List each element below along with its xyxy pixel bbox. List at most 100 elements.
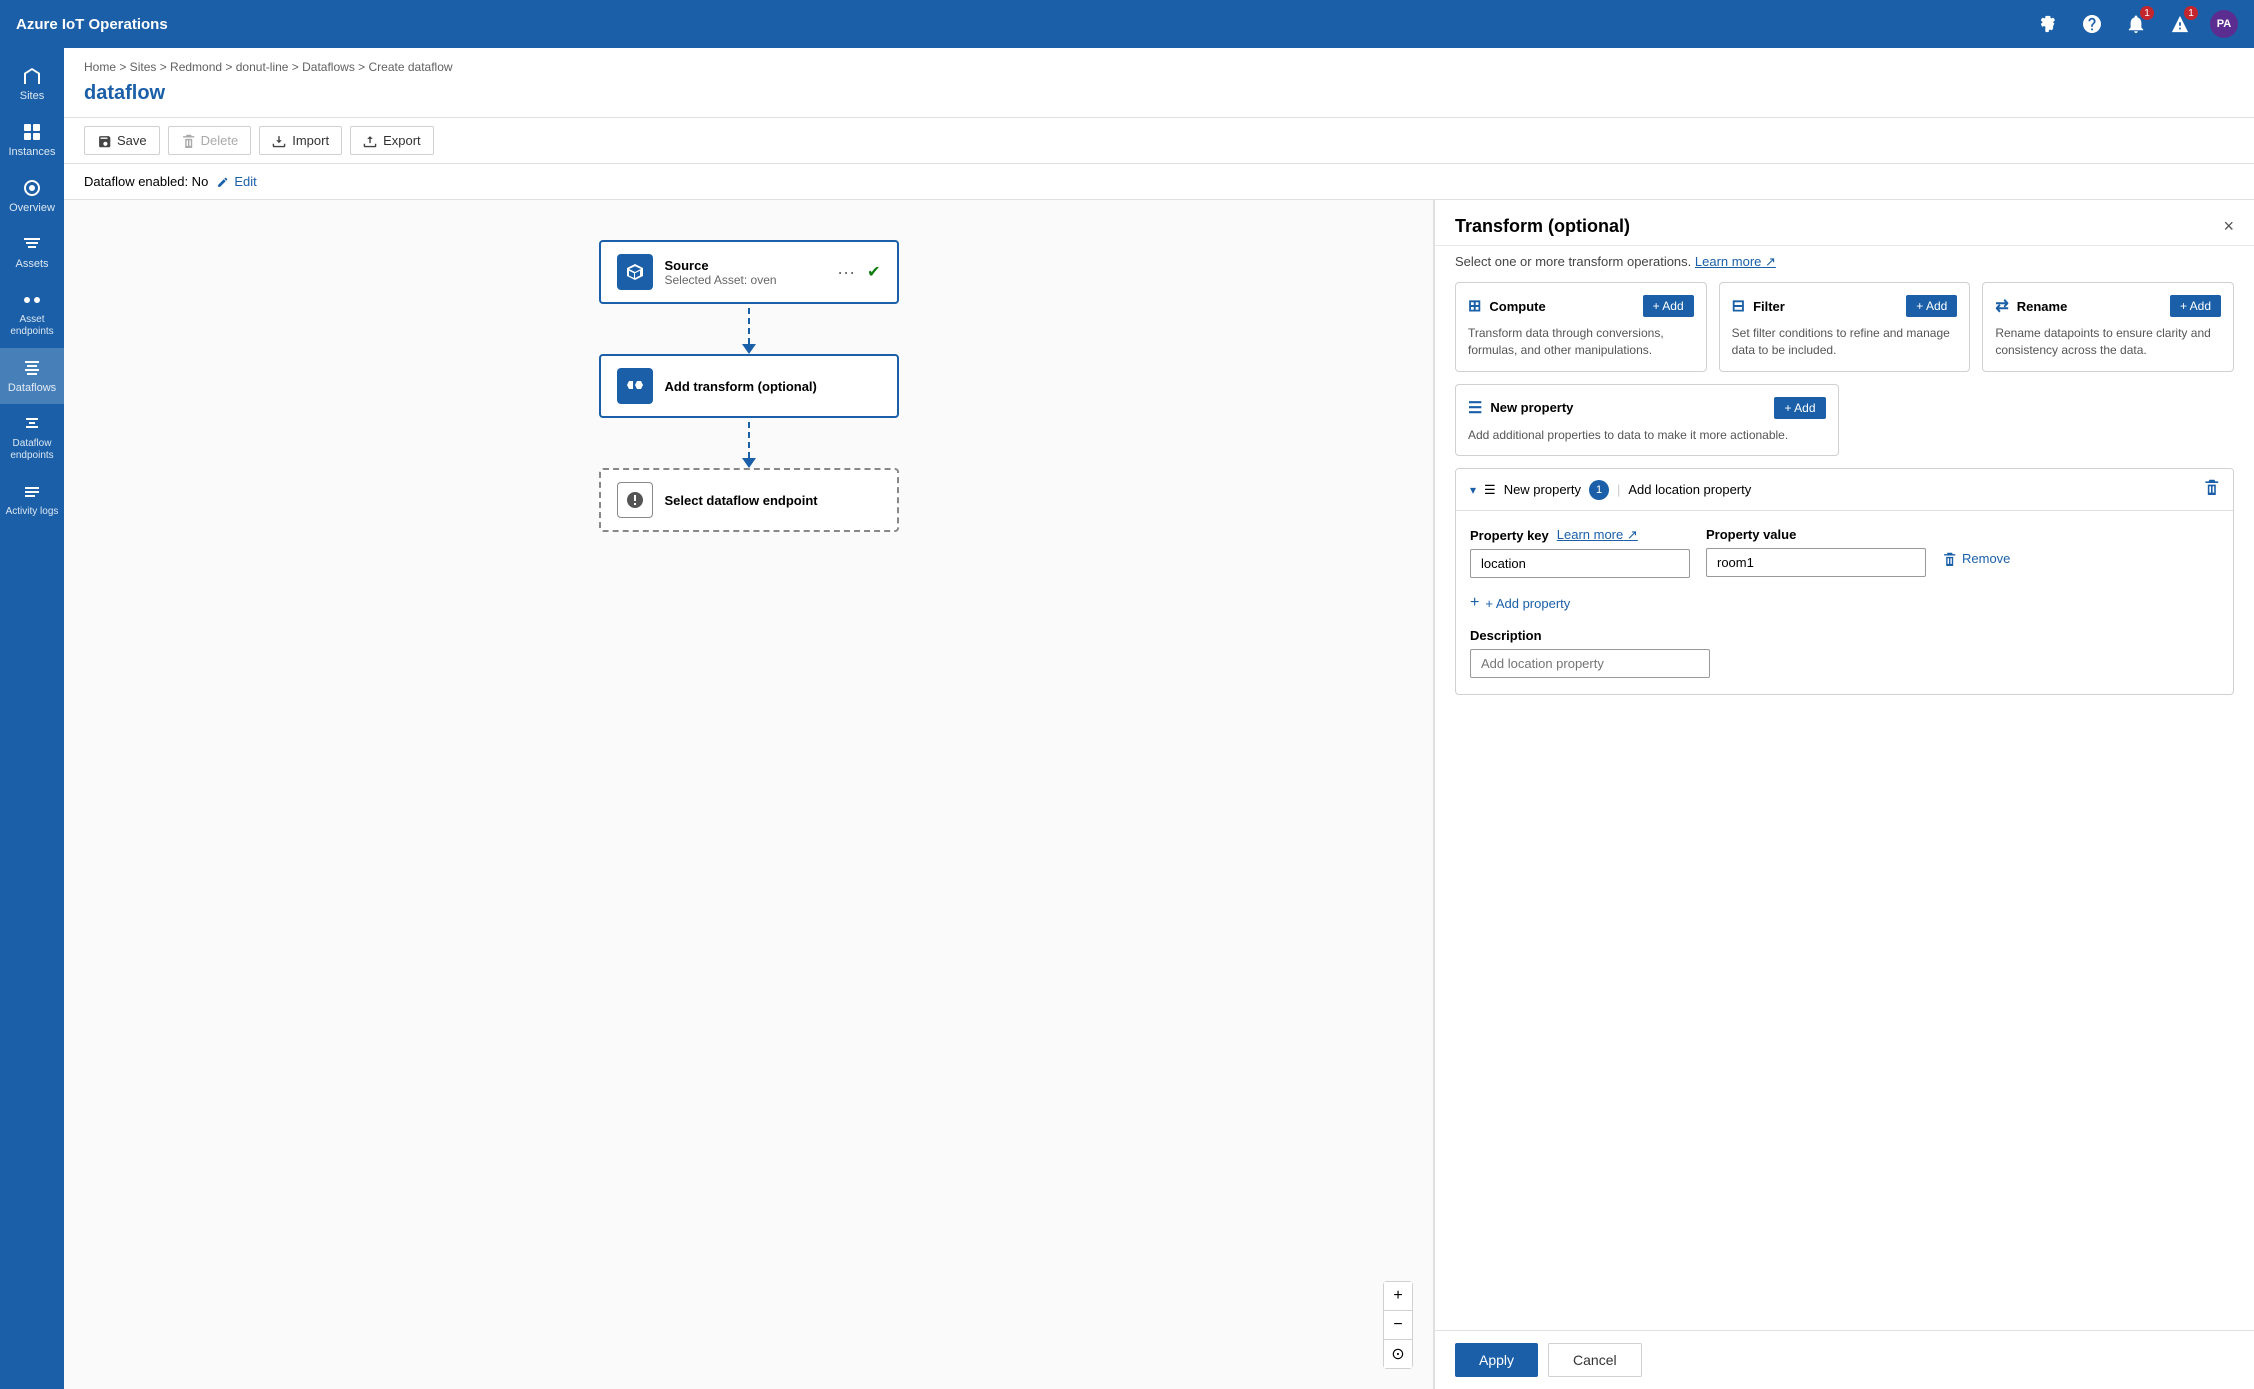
apply-button[interactable]: Apply	[1455, 1343, 1538, 1377]
apply-label: Apply	[1479, 1352, 1514, 1368]
new-property-expanded: ▾ ☰ New property 1 | Add location proper…	[1455, 468, 2234, 695]
learn-more-link[interactable]: Learn more ↗	[1695, 254, 1776, 269]
breadcrumb: Home > Sites > Redmond > donut-line > Da…	[64, 48, 2254, 78]
new-property-card: ☰ New property + Add Add additional prop…	[1455, 384, 1839, 457]
sidebar-item-sites[interactable]: Sites	[0, 56, 64, 112]
compute-card: ⊞ Compute + Add Transform data through c…	[1455, 282, 1707, 372]
sidebar-item-dataflows[interactable]: Dataflows	[0, 348, 64, 404]
flow-canvas: Source Selected Asset: oven ··· ✔	[64, 200, 1434, 1389]
new-property-add-button[interactable]: + Add	[1774, 397, 1825, 419]
property-key-learn-more[interactable]: Learn more ↗	[1557, 527, 1638, 543]
app-title: Azure IoT Operations	[16, 16, 2034, 33]
new-property-icon: ☰	[1468, 398, 1482, 418]
import-button[interactable]: Import	[259, 126, 342, 155]
sidebar-item-asset-endpoints[interactable]: Asset endpoints	[0, 280, 64, 348]
filter-add-button[interactable]: + Add	[1906, 295, 1957, 317]
compute-card-title: ⊞ Compute	[1468, 296, 1546, 316]
connector-1	[742, 304, 756, 354]
new-property-expanded-header: ▾ ☰ New property 1 | Add location proper…	[1456, 469, 2233, 511]
sidebar-item-activity-logs[interactable]: Activity logs	[0, 472, 64, 528]
endpoint-node[interactable]: Select dataflow endpoint	[599, 468, 899, 532]
remove-button[interactable]: Remove	[1942, 551, 2010, 566]
sidebar-item-dataflow-endpoints[interactable]: Dataflow endpoints	[0, 404, 64, 472]
transform-node-title: Add transform (optional)	[665, 379, 881, 394]
source-node-info: Source Selected Asset: oven	[665, 258, 826, 287]
rename-card-title: ⇄ Rename	[1995, 296, 2067, 316]
settings-icon[interactable]	[2034, 10, 2062, 38]
page-header: dataflow	[64, 78, 2254, 117]
endpoint-node-title: Select dataflow endpoint	[665, 493, 881, 508]
new-property-card-title: ☰ New property	[1468, 398, 1573, 418]
filter-title-text: Filter	[1753, 299, 1785, 314]
notifications-icon[interactable]: 1	[2122, 10, 2150, 38]
panel-footer: Apply Cancel	[1435, 1330, 2254, 1389]
rename-add-button[interactable]: + Add	[2170, 295, 2221, 317]
transform-panel: Transform (optional) × Select one or mor…	[1434, 200, 2254, 1389]
edit-label: Edit	[234, 174, 256, 189]
export-label: Export	[383, 133, 421, 148]
toolbar: Save Delete Import Export	[64, 117, 2254, 164]
sidebar-item-assets[interactable]: Assets	[0, 224, 64, 280]
transform-icon-box	[617, 368, 653, 404]
transform-node[interactable]: Add transform (optional)	[599, 354, 899, 418]
zoom-reset-button[interactable]: ⊙	[1384, 1340, 1412, 1368]
save-button[interactable]: Save	[84, 126, 160, 155]
sidebar-label-dataflow-endpoints: Dataflow endpoints	[4, 438, 60, 462]
alerts-icon[interactable]: 1	[2166, 10, 2194, 38]
filter-icon: ⊟	[1732, 296, 1745, 316]
panel-scroll[interactable]: Select one or more transform operations.…	[1435, 246, 2254, 1330]
property-value-input[interactable]	[1706, 548, 1926, 577]
sidebar-item-overview[interactable]: Overview	[0, 168, 64, 224]
property-value-label: Property value	[1706, 527, 1926, 542]
description-group: Description	[1470, 628, 2219, 678]
sidebar-item-instances[interactable]: Instances	[0, 112, 64, 168]
new-property-card-header: ☰ New property + Add	[1468, 397, 1826, 419]
delete-button[interactable]: Delete	[168, 126, 252, 155]
new-property-header-list-icon: ☰	[1484, 482, 1496, 498]
top-navigation: Azure IoT Operations 1 1 PA	[0, 0, 2254, 48]
arrow-2	[742, 458, 756, 468]
compute-card-header: ⊞ Compute + Add	[1468, 295, 1694, 317]
delete-property-icon[interactable]	[2203, 479, 2219, 500]
separator: |	[1617, 482, 1620, 497]
new-property-badge: 1	[1589, 480, 1609, 500]
add-property-button[interactable]: + + Add property	[1470, 594, 1570, 612]
compute-add-button[interactable]: + Add	[1643, 295, 1694, 317]
new-property-add-label: + Add	[1784, 401, 1815, 415]
close-button[interactable]: ×	[2223, 216, 2234, 237]
cancel-label: Cancel	[1573, 1352, 1617, 1368]
help-icon[interactable]	[2078, 10, 2106, 38]
property-key-group: Property key Learn more ↗	[1470, 527, 1690, 578]
sidebar-label-instances: Instances	[8, 146, 55, 158]
edit-link[interactable]: Edit	[216, 174, 256, 189]
zoom-out-button[interactable]: −	[1384, 1311, 1412, 1339]
new-property-row: ☰ New property + Add Add additional prop…	[1435, 384, 2254, 469]
source-node[interactable]: Source Selected Asset: oven ··· ✔	[599, 240, 899, 304]
save-label: Save	[117, 133, 147, 148]
user-avatar[interactable]: PA	[2210, 10, 2238, 38]
description-label: Description	[1470, 628, 2219, 643]
property-key-label: Property key Learn more ↗	[1470, 527, 1690, 543]
nav-icons: 1 1 PA	[2034, 10, 2238, 38]
remove-label: Remove	[1962, 551, 2010, 566]
export-button[interactable]: Export	[350, 126, 434, 155]
source-check-icon: ✔	[867, 262, 880, 282]
dataflow-enabled-label: Dataflow enabled: No	[84, 174, 208, 189]
source-more-icon[interactable]: ···	[837, 262, 855, 283]
zoom-in-button[interactable]: +	[1384, 1282, 1412, 1310]
sidebar-label-sites: Sites	[20, 90, 44, 102]
dataflow-status-bar: Dataflow enabled: No Edit	[64, 164, 2254, 200]
source-node-subtitle: Selected Asset: oven	[665, 273, 826, 287]
sidebar-label-overview: Overview	[9, 202, 55, 214]
cancel-button[interactable]: Cancel	[1548, 1343, 1642, 1377]
new-property-title-text: New property	[1490, 400, 1573, 415]
property-key-input[interactable]	[1470, 549, 1690, 578]
description-input[interactable]	[1470, 649, 1710, 678]
bottom-spacer	[1435, 707, 2254, 727]
sidebar: Sites Instances Overview Assets Asset en…	[0, 48, 64, 1389]
filter-card-desc: Set filter conditions to refine and mana…	[1732, 325, 1958, 359]
sidebar-label-assets: Assets	[15, 258, 48, 270]
compute-title-text: Compute	[1489, 299, 1545, 314]
chevron-down-icon[interactable]: ▾	[1470, 483, 1476, 497]
add-property-plus: +	[1470, 594, 1479, 612]
